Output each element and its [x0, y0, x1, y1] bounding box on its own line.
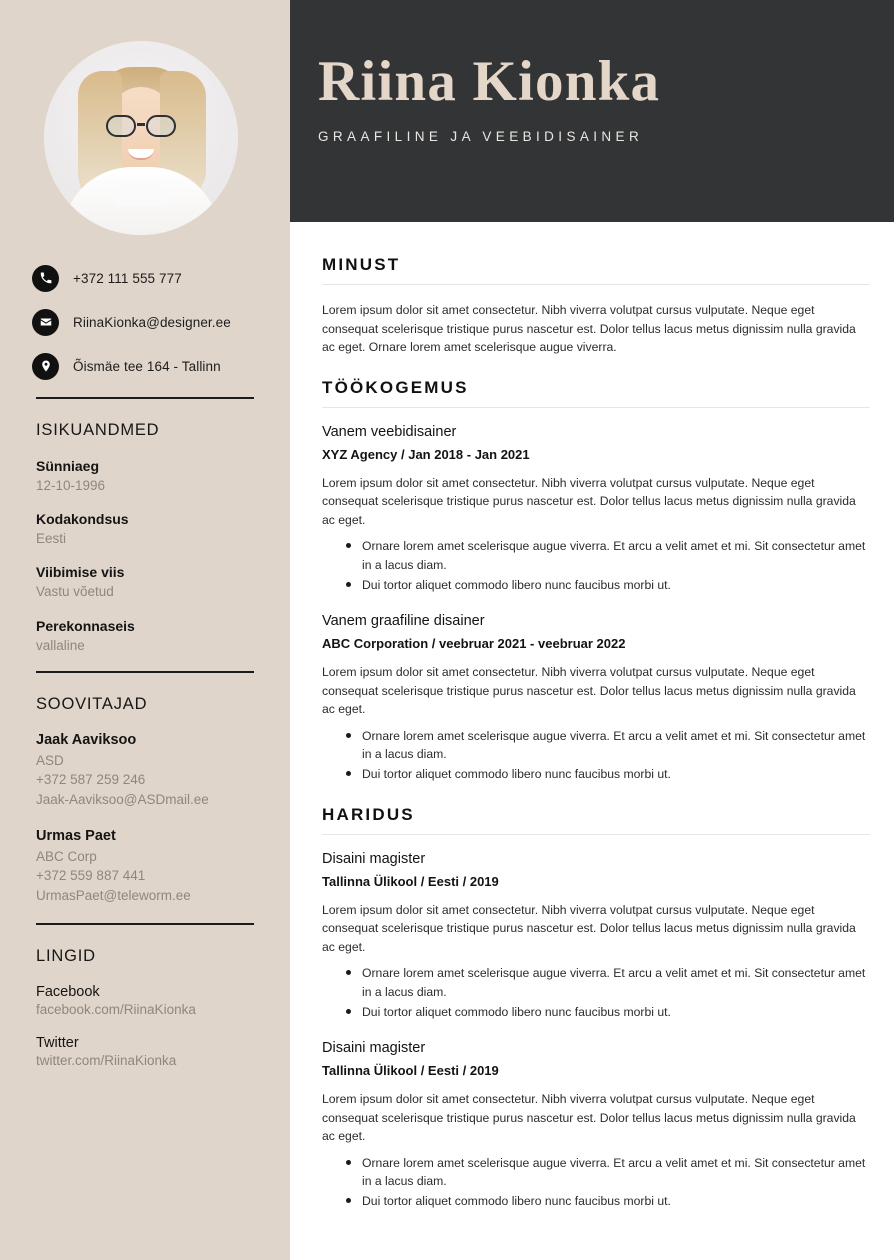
entry-meta: Tallinna Ülikool / Eesti / 2019 — [322, 1063, 499, 1079]
entry-bullets: Ornare lorem amet scelerisque augue vive… — [322, 1154, 870, 1211]
entry-title: Vanem veebidisainer — [322, 423, 457, 440]
reference-name: Jaak Aaviksoo — [36, 731, 137, 748]
page-title: Riina Kionka — [318, 50, 661, 113]
field-label: Kodakondsus — [36, 511, 129, 528]
contact-email[interactable]: RiinaKionka@designer.ee — [32, 305, 258, 339]
section-experience: TÖÖKOGEMUS Vanem veebidisainer XYZ Agenc… — [322, 378, 870, 784]
location-pin-icon — [32, 352, 59, 380]
reference-item: Jaak Aaviksoo ASD +372 587 259 246 Jaak-… — [32, 732, 258, 810]
entry-meta: Tallinna Ülikool / Eesti / 2019 — [322, 873, 499, 889]
field-value: vallaline — [36, 637, 85, 653]
section-about: MINUST Lorem ipsum dolor sit amet consec… — [322, 255, 870, 357]
reference-phone[interactable]: +372 559 887 441 — [36, 866, 258, 886]
entry-description: Lorem ipsum dolor sit amet consectetur. … — [322, 665, 856, 717]
bullet-item: Dui tortor aliquet commodo libero nunc f… — [346, 1003, 870, 1021]
section-personal-details: ISIKUANDMED Sünniaeg 12-10-1996 Kodakond… — [32, 399, 258, 655]
resume-page: +372 111 555 777 RiinaKionka@designer.ee… — [0, 0, 894, 1260]
entry-description: Lorem ipsum dolor sit amet consectetur. … — [322, 1092, 856, 1144]
field-birthdate: Sünniaeg 12-10-1996 — [32, 458, 258, 495]
education-entry: Disaini magister Tallinna Ülikool / Eest… — [322, 851, 870, 1022]
section-heading-education: HARIDUS — [322, 804, 415, 824]
portrait-photo — [44, 41, 238, 235]
education-entry: Disaini magister Tallinna Ülikool / Eest… — [322, 1040, 870, 1211]
entry-bullets: Ornare lorem amet scelerisque augue vive… — [322, 537, 870, 594]
entry-title: Disaini magister — [322, 850, 426, 867]
field-label: Perekonnaseis — [36, 617, 135, 634]
contact-list: +372 111 555 777 RiinaKionka@designer.ee… — [32, 261, 258, 383]
about-text: Lorem ipsum dolor sit amet consectetur. … — [322, 303, 856, 355]
contact-address[interactable]: Õismäe tee 164 - Tallinn — [32, 349, 258, 383]
reference-item: Urmas Paet ABC Corp +372 559 887 441 Urm… — [32, 828, 258, 906]
contact-phone[interactable]: +372 111 555 777 — [32, 261, 258, 295]
reference-company: ASD — [36, 752, 64, 768]
entry-meta: ABC Corporation / veebruar 2021 - veebru… — [322, 636, 626, 652]
phone-text: +372 111 555 777 — [73, 270, 182, 286]
section-rule — [322, 406, 870, 408]
entry-title: Disaini magister — [322, 1040, 426, 1057]
section-rule — [322, 833, 870, 835]
field-nationality: Kodakondsus Eesti — [32, 511, 258, 548]
section-heading-references: SOOVITAJAD — [36, 694, 148, 713]
section-references: SOOVITAJAD Jaak Aaviksoo ASD +372 587 25… — [32, 673, 258, 905]
entry-title: Vanem graafiline disainer — [322, 613, 485, 630]
link-title: Twitter — [36, 1035, 79, 1052]
bullet-item: Dui tortor aliquet commodo libero nunc f… — [346, 1192, 870, 1210]
bullet-item: Ornare lorem amet scelerisque augue vive… — [346, 1154, 870, 1191]
reference-name: Urmas Paet — [36, 827, 116, 844]
link-url[interactable]: twitter.com/RiinaKionka — [36, 1053, 258, 1068]
section-education: HARIDUS Disaini magister Tallinna Ülikoo… — [322, 805, 870, 1211]
field-value: Eesti — [36, 531, 67, 547]
field-value: Vastu võetud — [36, 584, 114, 600]
main-content: MINUST Lorem ipsum dolor sit amet consec… — [290, 222, 894, 1232]
bullet-item: Dui tortor aliquet commodo libero nunc f… — [346, 576, 870, 594]
field-label: Viibimise viis — [36, 564, 125, 581]
entry-bullets: Ornare lorem amet scelerisque augue vive… — [322, 964, 870, 1021]
section-links: LINGID Facebook facebook.com/RiinaKionka… — [32, 925, 258, 1068]
link-title: Facebook — [36, 984, 100, 1001]
entry-description: Lorem ipsum dolor sit amet consectetur. … — [322, 475, 856, 527]
reference-company: ABC Corp — [36, 848, 97, 864]
experience-entry: Vanem graafiline disainer ABC Corporatio… — [322, 613, 870, 784]
link-facebook[interactable]: Facebook facebook.com/RiinaKionka — [32, 984, 258, 1017]
glasses-icon — [104, 115, 178, 137]
bullet-item: Ornare lorem amet scelerisque augue vive… — [346, 537, 870, 574]
section-heading-experience: TÖÖKOGEMUS — [322, 377, 469, 397]
field-label: Sünniaeg — [36, 458, 100, 474]
job-subtitle: GRAAFILINE JA VEEBIDISAINER — [318, 128, 644, 144]
field-residence-status: Viibimise viis Vastu võetud — [32, 564, 258, 601]
entry-bullets: Ornare lorem amet scelerisque augue vive… — [322, 727, 870, 784]
reference-email[interactable]: Jaak-Aaviksoo@ASDmail.ee — [36, 790, 258, 810]
envelope-icon — [32, 308, 59, 336]
section-rule — [322, 284, 870, 285]
entry-description: Lorem ipsum dolor sit amet consectetur. … — [322, 902, 856, 954]
experience-entry: Vanem veebidisainer XYZ Agency / Jan 201… — [322, 424, 870, 595]
avatar — [44, 41, 238, 235]
header-banner: Riina Kionka GRAAFILINE JA VEEBIDISAINER — [290, 0, 894, 222]
bullet-item: Ornare lorem amet scelerisque augue vive… — [346, 964, 870, 1001]
field-marital-status: Perekonnaseis vallaline — [32, 618, 258, 655]
link-url[interactable]: facebook.com/RiinaKionka — [36, 1002, 258, 1017]
address-text: Õismäe tee 164 - Tallinn — [73, 358, 221, 374]
field-value: 12-10-1996 — [36, 478, 106, 493]
bullet-item: Ornare lorem amet scelerisque augue vive… — [346, 727, 870, 764]
bullet-item: Dui tortor aliquet commodo libero nunc f… — [346, 765, 870, 783]
section-heading-personal: ISIKUANDMED — [36, 421, 160, 439]
sidebar: +372 111 555 777 RiinaKionka@designer.ee… — [0, 0, 290, 1260]
link-twitter[interactable]: Twitter twitter.com/RiinaKionka — [32, 1035, 258, 1068]
email-text: RiinaKionka@designer.ee — [73, 314, 231, 330]
reference-phone[interactable]: +372 587 259 246 — [36, 770, 258, 790]
phone-icon — [32, 264, 59, 292]
section-heading-about: MINUST — [322, 255, 401, 274]
entry-meta: XYZ Agency / Jan 2018 - Jan 2021 — [322, 446, 530, 462]
section-heading-links: LINGID — [36, 947, 96, 966]
reference-email[interactable]: UrmasPaet@teleworm.ee — [36, 886, 258, 906]
